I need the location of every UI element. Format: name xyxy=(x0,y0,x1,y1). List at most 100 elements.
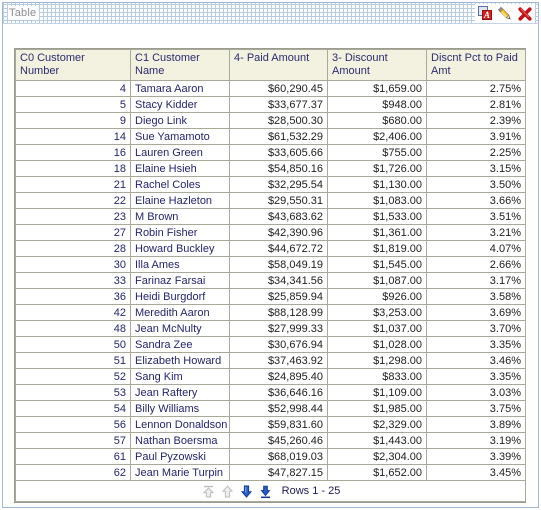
pager-cell: Rows 1 - 25 xyxy=(15,480,526,502)
column-header-discount-amount[interactable]: 3- Discount Amount xyxy=(327,49,427,81)
table-row[interactable]: 53 Jean Raftery $36,646.16 $1,109.00 3.03% xyxy=(15,384,526,401)
cell-customer-number: 23 xyxy=(15,208,131,225)
cell-paid-amount: $47,827.15 xyxy=(229,464,328,481)
next-page-icon[interactable] xyxy=(239,484,254,499)
column-header-discount-pct[interactable]: Discnt Pct to Paid Amt xyxy=(426,49,526,81)
cell-discount-amount: $755.00 xyxy=(327,144,427,161)
table-row[interactable]: 14 Sue Yamamoto $61,532.29 $2,406.00 3.91% xyxy=(15,128,526,145)
pager-row: Rows 1 - 25 xyxy=(15,480,526,502)
customer-data-table: C0 Customer Number C1 Customer Name 4- P… xyxy=(15,49,526,502)
cell-discount-amount: $1,087.00 xyxy=(327,272,427,289)
last-page-icon[interactable] xyxy=(258,484,273,499)
table-row[interactable]: 23 M Brown $43,683.62 $1,533.00 3.51% xyxy=(15,208,526,225)
cell-discount-pct: 3.89% xyxy=(426,416,526,433)
table-row[interactable]: 16 Lauren Green $33,605.66 $755.00 2.25% xyxy=(15,144,526,161)
cell-discount-pct: 2.66% xyxy=(426,256,526,273)
cell-customer-name: Lennon Donaldson xyxy=(130,416,230,433)
table-row[interactable]: 36 Heidi Burgdorf $25,859.94 $926.00 3.58% xyxy=(15,288,526,305)
table-row[interactable]: 33 Farinaz Farsai $34,341.56 $1,087.00 3.17% xyxy=(15,272,526,289)
cell-discount-pct: 3.35% xyxy=(426,368,526,385)
cell-customer-name: Nathan Boersma xyxy=(130,432,230,449)
table-row[interactable]: 50 Sandra Zee $30,676.94 $1,028.00 3.35% xyxy=(15,336,526,353)
cell-customer-number: 52 xyxy=(15,368,131,385)
cell-discount-amount: $2,304.00 xyxy=(327,448,427,465)
cell-discount-amount: $1,545.00 xyxy=(327,256,427,273)
cell-discount-pct: 3.19% xyxy=(426,432,526,449)
cell-customer-number: 5 xyxy=(15,96,131,113)
cell-discount-amount: $2,329.00 xyxy=(327,416,427,433)
table-row[interactable]: 61 Paul Pyzowski $68,019.03 $2,304.00 3.39% xyxy=(15,448,526,465)
table-header: C0 Customer Number C1 Customer Name 4- P… xyxy=(15,49,526,81)
cell-customer-number: 30 xyxy=(15,256,131,273)
table-row[interactable]: 54 Billy Williams $52,998.44 $1,985.00 3.75% xyxy=(15,400,526,417)
cell-discount-pct: 3.66% xyxy=(426,192,526,209)
cell-customer-name: Sue Yamamoto xyxy=(130,128,230,145)
cell-discount-amount: $3,253.00 xyxy=(327,304,427,321)
cell-discount-pct: 3.50% xyxy=(426,176,526,193)
table-row[interactable]: 56 Lennon Donaldson $59,831.60 $2,329.00 3.8… xyxy=(15,416,526,433)
table-row[interactable]: 22 Elaine Hazleton $29,550.31 $1,083.00 3.66… xyxy=(15,192,526,209)
cell-customer-number: 33 xyxy=(15,272,131,289)
column-header-paid-amount[interactable]: 4- Paid Amount xyxy=(229,49,328,81)
cell-customer-name: Jean Raftery xyxy=(130,384,230,401)
cell-paid-amount: $33,605.66 xyxy=(229,144,328,161)
cell-paid-amount: $24,895.40 xyxy=(229,368,328,385)
table-row[interactable]: 5 Stacy Kidder $33,677.37 $948.00 2.81% xyxy=(15,96,526,113)
cell-discount-pct: 4.07% xyxy=(426,240,526,257)
table-row[interactable]: 28 Howard Buckley $44,672.72 $1,819.00 4.07% xyxy=(15,240,526,257)
column-header-customer-number[interactable]: C0 Customer Number xyxy=(15,49,131,81)
edit-pencil-icon[interactable] xyxy=(496,5,514,23)
cell-customer-number: 4 xyxy=(15,80,131,97)
column-header-customer-name[interactable]: C1 Customer Name xyxy=(130,49,230,81)
table-row[interactable]: 21 Rachel Coles $32,295.54 $1,130.00 3.50% xyxy=(15,176,526,193)
format-a-icon[interactable]: A xyxy=(476,5,494,23)
cell-discount-pct: 3.75% xyxy=(426,400,526,417)
cell-customer-name: Meredith Aaron xyxy=(130,304,230,321)
cell-discount-pct: 3.58% xyxy=(426,288,526,305)
cell-discount-amount: $1,985.00 xyxy=(327,400,427,417)
cell-customer-number: 53 xyxy=(15,384,131,401)
table-row[interactable]: 4 Tamara Aaron $60,290.45 $1,659.00 2.75% xyxy=(15,80,526,97)
table-row[interactable]: 27 Robin Fisher $42,390.96 $1,361.00 3.21% xyxy=(15,224,526,241)
svg-text:A: A xyxy=(483,10,490,20)
table-row[interactable]: 51 Elizabeth Howard $37,463.92 $1,298.00 3.4… xyxy=(15,352,526,369)
table-row[interactable]: 52 Sang Kim $24,895.40 $833.00 3.35% xyxy=(15,368,526,385)
cell-customer-name: Tamara Aaron xyxy=(130,80,230,97)
cell-customer-name: Sandra Zee xyxy=(130,336,230,353)
cell-customer-number: 54 xyxy=(15,400,131,417)
component-toolbar: A xyxy=(475,4,535,23)
cell-customer-number: 56 xyxy=(15,416,131,433)
cell-paid-amount: $36,646.16 xyxy=(229,384,328,401)
cell-paid-amount: $25,859.94 xyxy=(229,288,328,305)
data-table-container: C0 Customer Number C1 Customer Name 4- P… xyxy=(14,48,526,503)
cell-paid-amount: $42,390.96 xyxy=(229,224,328,241)
table-row[interactable]: 57 Nathan Boersma $45,260.46 $1,443.00 3.19% xyxy=(15,432,526,449)
cell-discount-amount: $1,533.00 xyxy=(327,208,427,225)
cell-paid-amount: $88,128.99 xyxy=(229,304,328,321)
cell-customer-number: 22 xyxy=(15,192,131,209)
table-row[interactable]: 18 Elaine Hsieh $54,850.16 $1,726.00 3.15% xyxy=(15,160,526,177)
cell-customer-name: Elizabeth Howard xyxy=(130,352,230,369)
cell-paid-amount: $61,532.29 xyxy=(229,128,328,145)
cell-discount-pct: 3.69% xyxy=(426,304,526,321)
table-row[interactable]: 48 Jean McNulty $27,999.33 $1,037.00 3.70% xyxy=(15,320,526,337)
first-page-icon[interactable] xyxy=(201,484,216,499)
cell-discount-pct: 3.35% xyxy=(426,336,526,353)
delete-x-icon[interactable] xyxy=(516,5,534,23)
cell-discount-pct: 3.15% xyxy=(426,160,526,177)
cell-customer-name: Illa Ames xyxy=(130,256,230,273)
cell-paid-amount: $37,463.92 xyxy=(229,352,328,369)
cell-discount-amount: $1,659.00 xyxy=(327,80,427,97)
cell-paid-amount: $44,672.72 xyxy=(229,240,328,257)
component-title-band: Table A xyxy=(3,3,538,24)
cell-customer-number: 27 xyxy=(15,224,131,241)
table-row[interactable]: 9 Diego Link $28,500.30 $680.00 2.39% xyxy=(15,112,526,129)
cell-discount-pct: 3.45% xyxy=(426,464,526,481)
table-row[interactable]: 42 Meredith Aaron $88,128.99 $3,253.00 3.69% xyxy=(15,304,526,321)
table-row[interactable]: 62 Jean Marie Turpin $47,827.15 $1,652.00 3.… xyxy=(15,464,526,481)
table-row[interactable]: 30 Illa Ames $58,049.19 $1,545.00 2.66% xyxy=(15,256,526,273)
table-designer-screen: Table A C0 Customer Number C1 Customer N… xyxy=(0,0,541,510)
cell-customer-number: 51 xyxy=(15,352,131,369)
cell-discount-pct: 2.25% xyxy=(426,144,526,161)
previous-page-icon[interactable] xyxy=(220,484,235,499)
